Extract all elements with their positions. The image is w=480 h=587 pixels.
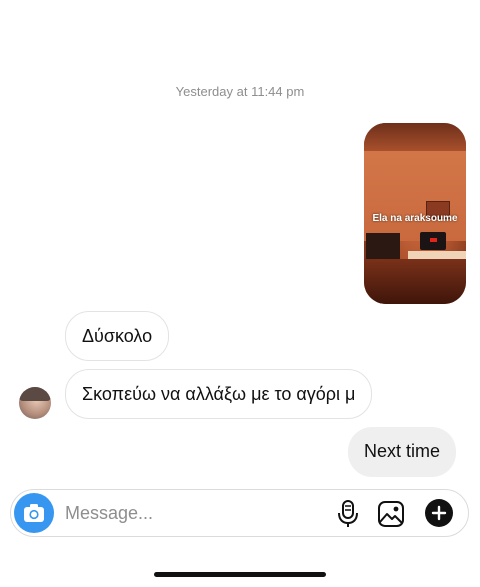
gallery-icon [378,501,404,527]
microphone-icon [338,500,358,527]
more-options-button[interactable] [424,498,454,528]
story-caption: Ela na araksoume [372,213,458,224]
message-input[interactable] [65,501,315,525]
plus-circle-icon [425,499,453,527]
story-image-ceiling [364,123,466,151]
incoming-message-bubble[interactable]: Σκοπεύω να αλλάξω με το αγόρι μ [65,369,373,419]
incoming-message-bubble[interactable]: Δύσκολο [65,311,170,361]
story-reply-thumbnail[interactable]: Ela na araksoume [364,123,466,304]
avatar-hair [19,387,51,401]
sender-avatar[interactable] [19,387,51,419]
microphone-button[interactable] [334,499,362,529]
gallery-button[interactable] [377,500,405,528]
camera-button[interactable] [14,493,54,533]
message-composer [10,489,469,537]
story-image-floor [364,259,466,304]
story-image-table [408,251,466,259]
message-timestamp: Yesterday at 11:44 pm [175,84,305,99]
camera-icon [24,504,44,522]
story-image-tv-logo [430,238,437,242]
home-indicator[interactable] [154,572,326,577]
story-image-wall [364,151,466,241]
outgoing-message-bubble[interactable]: Next time [348,427,457,477]
